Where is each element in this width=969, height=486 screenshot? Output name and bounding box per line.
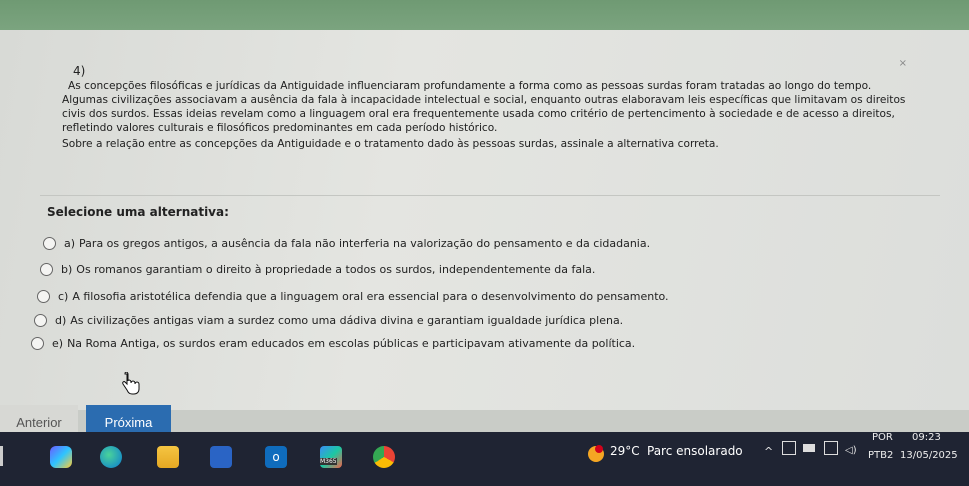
edge-icon[interactable] bbox=[100, 446, 122, 468]
statement-line: Sobre a relação entre as concepções da A… bbox=[62, 138, 719, 150]
option-letter: d) bbox=[55, 314, 67, 327]
option-letter: b) bbox=[61, 263, 73, 276]
onedrive-icon[interactable] bbox=[782, 441, 796, 455]
option-letter: c) bbox=[58, 290, 69, 303]
radio-button[interactable] bbox=[40, 263, 53, 276]
statement-line: civis dos surdos. Essas ideias revelam c… bbox=[62, 108, 895, 120]
question-statement: As concepções filosóficas e jurídicas da… bbox=[62, 79, 932, 151]
option-text: Para os gregos antigos, a ausência da fa… bbox=[79, 237, 651, 250]
close-icon[interactable]: × bbox=[899, 58, 907, 69]
volume-icon[interactable]: ◁) bbox=[845, 445, 857, 456]
weather-description[interactable]: Parc ensolarado bbox=[647, 444, 743, 458]
statement-line: refletindo valores culturais e filosófic… bbox=[62, 122, 498, 134]
clock-time[interactable]: 09:23 bbox=[912, 432, 941, 443]
option-text: A filosofia aristotélica defendia que a … bbox=[72, 290, 669, 303]
option-letter: a) bbox=[64, 237, 76, 250]
weather-temperature[interactable]: 29°C bbox=[610, 444, 640, 458]
store-icon[interactable] bbox=[210, 446, 232, 468]
radio-button[interactable] bbox=[34, 314, 47, 327]
outlook-icon[interactable]: o bbox=[265, 446, 287, 468]
option-text: Na Roma Antiga, os surdos eram educados … bbox=[67, 337, 636, 350]
option-c[interactable]: c) A filosofia aristotélica defendia que… bbox=[37, 290, 669, 303]
statement-line: Algumas civilizações associavam a ausênc… bbox=[62, 94, 906, 106]
option-letter: e) bbox=[52, 337, 64, 350]
radio-button[interactable] bbox=[31, 337, 44, 350]
option-d[interactable]: d) As civilizações antigas viam a surdez… bbox=[34, 314, 623, 327]
option-text: As civilizações antigas viam a surdez co… bbox=[70, 314, 624, 327]
option-e[interactable]: e) Na Roma Antiga, os surdos eram educad… bbox=[31, 337, 635, 350]
option-text: Os romanos garantiam o direito à proprie… bbox=[76, 263, 596, 276]
previous-button[interactable]: Anterior bbox=[0, 405, 78, 435]
explorer-icon[interactable] bbox=[157, 446, 179, 468]
select-label: Selecione uma alternativa: bbox=[47, 205, 229, 219]
chevron-up-icon[interactable]: ^ bbox=[764, 445, 773, 458]
keyboard-layout[interactable]: PTB2 bbox=[868, 450, 893, 461]
radio-button[interactable] bbox=[43, 237, 56, 250]
battery-icon[interactable] bbox=[803, 444, 815, 452]
question-number: 4) bbox=[73, 64, 86, 78]
language-indicator[interactable]: POR bbox=[872, 432, 893, 443]
sun-icon bbox=[588, 445, 604, 462]
radio-button[interactable] bbox=[37, 290, 50, 303]
option-b[interactable]: b) Os romanos garantiam o direito à prop… bbox=[40, 263, 595, 276]
clock-date[interactable]: 13/05/2025 bbox=[900, 450, 958, 461]
m365-icon[interactable]: M365 bbox=[320, 446, 342, 468]
taskbar-edge bbox=[0, 446, 9, 466]
option-a[interactable]: a) Para os gregos antigos, a ausência da… bbox=[43, 237, 650, 250]
m365-label: M365 bbox=[320, 458, 337, 465]
network-icon[interactable] bbox=[824, 441, 838, 455]
copilot-icon[interactable] bbox=[50, 446, 72, 468]
statement-line: As concepções filosóficas e jurídicas da… bbox=[68, 80, 872, 92]
next-button[interactable]: Próxima bbox=[86, 405, 171, 435]
hand-cursor-icon bbox=[122, 372, 140, 395]
divider bbox=[40, 195, 940, 196]
chrome-icon[interactable] bbox=[373, 446, 395, 468]
